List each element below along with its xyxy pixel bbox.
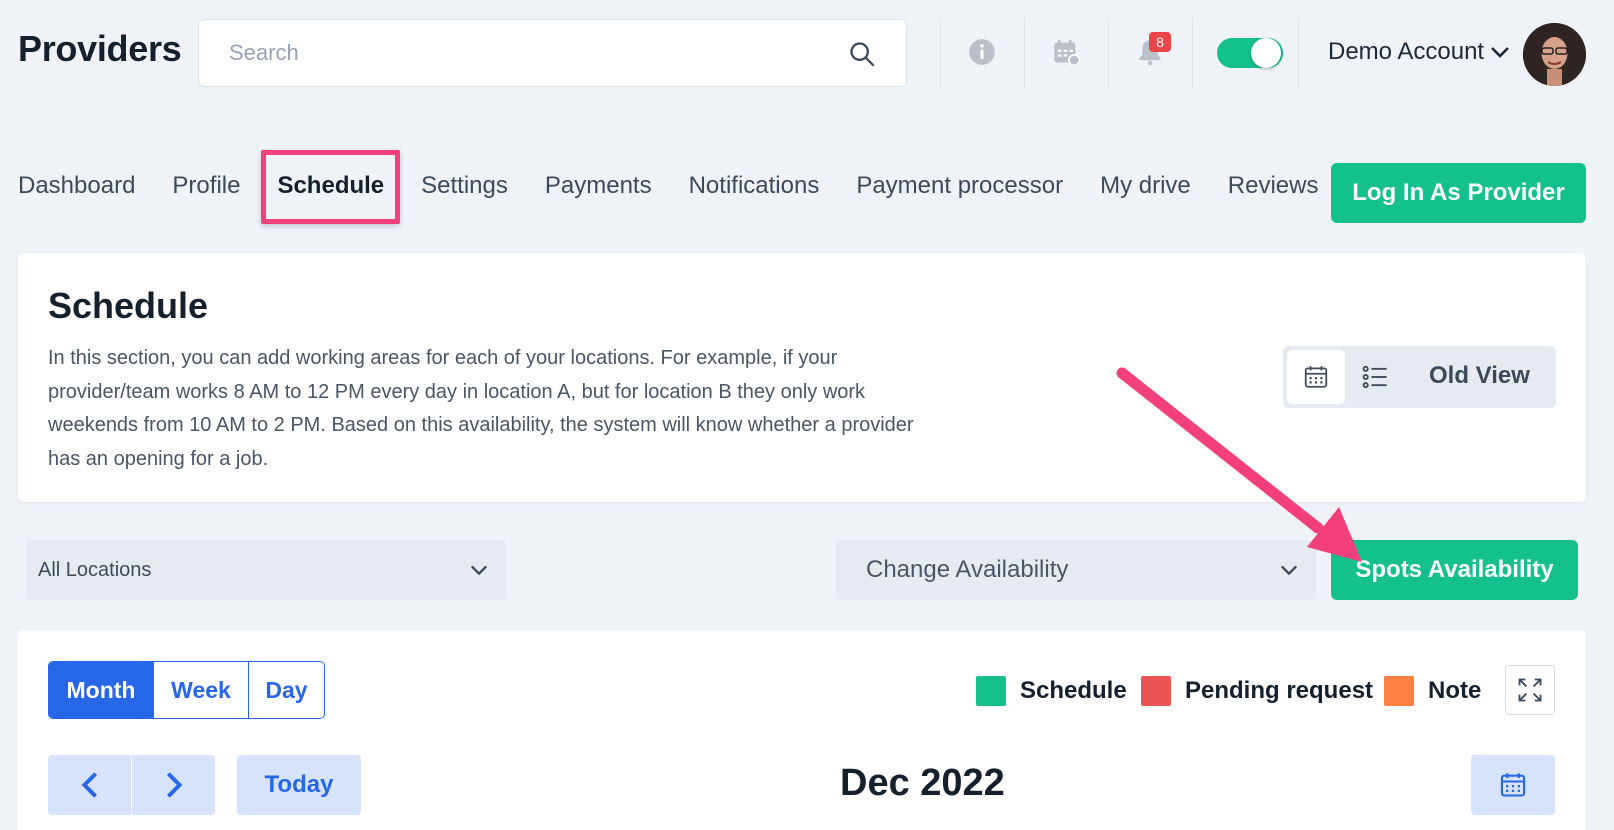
notification-badge: 8	[1149, 32, 1171, 52]
search-icon[interactable]	[848, 40, 876, 68]
location-select[interactable]: All Locations	[26, 540, 506, 600]
availability-select[interactable]: Change Availability	[836, 540, 1316, 600]
tab-payments[interactable]: Payments	[545, 172, 652, 200]
tab-reviews[interactable]: Reviews	[1228, 172, 1319, 200]
search-input[interactable]	[229, 20, 829, 86]
prev-month-button[interactable]	[48, 755, 131, 815]
header-divider	[1024, 18, 1025, 88]
chevron-down-icon	[1491, 47, 1510, 58]
header-divider	[1298, 18, 1299, 88]
fullscreen-button[interactable]	[1505, 665, 1555, 715]
section-description: In this section, you can add working are…	[48, 347, 914, 470]
chevron-down-icon	[470, 565, 488, 576]
expand-icon	[1518, 678, 1542, 702]
schedule-swatch	[976, 676, 1006, 706]
tab-my-drive[interactable]: My drive	[1100, 172, 1191, 200]
spots-availability-button[interactable]: Spots Availability	[1331, 540, 1578, 600]
tab-profile[interactable]: Profile	[172, 172, 240, 200]
today-button[interactable]: Today	[237, 755, 361, 815]
tab-dashboard[interactable]: Dashboard	[18, 172, 135, 200]
month-title: Dec 2022	[840, 762, 1005, 804]
header-divider	[940, 18, 941, 88]
tab-payment-processor[interactable]: Payment processor	[856, 172, 1063, 200]
legend-note: Note	[1384, 676, 1481, 706]
page-title: Providers	[18, 28, 182, 69]
calendar-clock-icon[interactable]	[1052, 38, 1080, 66]
pending-request-swatch	[1141, 676, 1171, 706]
calendar-view-button[interactable]	[1287, 350, 1345, 404]
old-view-button[interactable]: Old View	[1429, 362, 1530, 390]
legend-label: Note	[1428, 677, 1482, 704]
section-title: Schedule	[48, 285, 209, 326]
main-nav: Dashboard Profile Schedule Settings Paym…	[18, 150, 1319, 224]
date-picker-button[interactable]	[1471, 755, 1555, 815]
view-mode-toggle: Month Week Day	[48, 661, 325, 719]
status-toggle[interactable]	[1217, 38, 1283, 68]
tab-settings[interactable]: Settings	[421, 172, 508, 200]
next-month-button[interactable]	[132, 755, 215, 815]
legend-pending-request: Pending request	[1141, 676, 1373, 706]
header-divider	[1192, 18, 1193, 88]
schedule-card: Schedule In this section, you can add wo…	[18, 253, 1586, 502]
legend-label: Schedule	[1020, 677, 1127, 704]
chevron-left-icon	[81, 772, 97, 798]
note-swatch	[1384, 676, 1414, 706]
search-box[interactable]	[198, 19, 907, 87]
header-divider	[1108, 18, 1109, 88]
month-view-button[interactable]: Month	[49, 662, 153, 718]
legend-label: Pending request	[1185, 677, 1374, 704]
tab-schedule[interactable]: Schedule	[261, 150, 400, 224]
week-view-button[interactable]: Week	[153, 662, 248, 718]
account-menu[interactable]: Demo Account	[1328, 38, 1510, 66]
chevron-right-icon	[166, 772, 182, 798]
account-label: Demo Account	[1328, 38, 1485, 65]
availability-select-value: Change Availability	[866, 556, 1069, 583]
calendar-icon	[1500, 773, 1526, 797]
view-switch: Old View	[1283, 346, 1556, 408]
chevron-down-icon	[1280, 565, 1298, 576]
avatar[interactable]	[1523, 23, 1586, 86]
log-in-as-provider-button[interactable]: Log In As Provider	[1331, 163, 1586, 223]
tab-notifications[interactable]: Notifications	[689, 172, 820, 200]
calendar-icon	[1304, 366, 1328, 388]
legend-schedule: Schedule	[976, 676, 1127, 706]
toggle-knob	[1251, 38, 1281, 68]
day-view-button[interactable]: Day	[248, 662, 324, 718]
info-icon[interactable]	[968, 38, 996, 66]
location-select-value: All Locations	[38, 558, 152, 581]
list-view-icon[interactable]	[1361, 363, 1389, 391]
